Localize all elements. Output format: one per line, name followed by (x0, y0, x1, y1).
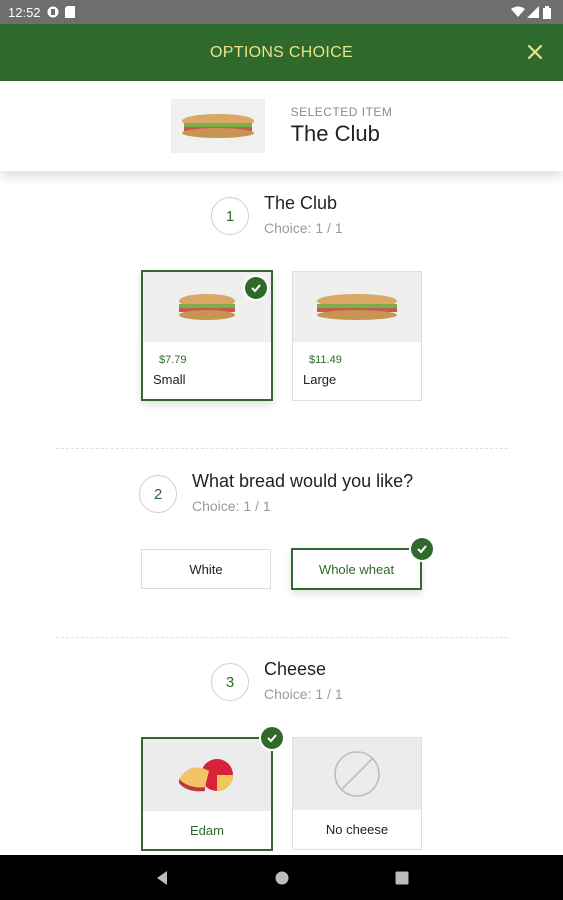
battery-icon (543, 6, 555, 19)
home-icon (275, 871, 288, 884)
selected-check-icon (261, 727, 283, 749)
options-content: 1 The Club Choice: 1 / 1 $7.79 Small $11… (0, 171, 563, 855)
step-3-header: 3 Cheese Choice: 1 / 1 (211, 659, 343, 702)
edam-cheese-image (143, 739, 271, 811)
step-3-subtitle: Choice: 1 / 1 (264, 686, 343, 702)
step-1-header: 1 The Club Choice: 1 / 1 (211, 193, 343, 236)
no-cheese-image (293, 738, 421, 810)
option-label: Edam (190, 823, 224, 838)
option-label: Large (303, 372, 337, 387)
prohibited-icon (334, 751, 380, 797)
close-button[interactable] (521, 38, 549, 66)
option-price: $11.49 (309, 354, 342, 366)
step-2-subtitle: Choice: 1 / 1 (192, 498, 271, 514)
selected-item-eyebrow: SELECTED ITEM (290, 105, 393, 119)
option-price: $7.79 (159, 354, 187, 366)
selected-item-name: The Club (290, 121, 380, 146)
nav-home-button[interactable] (271, 867, 293, 889)
section-divider (56, 448, 508, 449)
nav-back-button[interactable] (151, 867, 173, 889)
selected-item-image (170, 99, 265, 153)
step-3-number: 3 (211, 663, 249, 701)
selected-check-icon (245, 277, 267, 299)
bread-option-white[interactable]: White (141, 549, 271, 589)
cheese-option-none[interactable]: No cheese (292, 737, 422, 850)
option-label: No cheese (325, 822, 389, 837)
app-header: OPTIONS CHOICE (0, 24, 563, 81)
step-1-subtitle: Choice: 1 / 1 (264, 220, 343, 236)
cheese-option-edam[interactable]: Edam (141, 737, 273, 851)
step-2-title: What bread would you like? (192, 471, 414, 491)
sd-card-icon (64, 6, 77, 18)
step-2-header: 2 What bread would you like? Choice: 1 /… (139, 471, 413, 514)
nav-recents-button[interactable] (391, 867, 413, 889)
step-2-number: 2 (139, 475, 177, 513)
notification-app-icon (47, 6, 59, 18)
step-3-title: Cheese (264, 659, 327, 679)
close-icon (527, 44, 543, 60)
option-label: Small (153, 372, 186, 387)
status-time: 12:52 (8, 4, 41, 20)
recents-icon (395, 871, 408, 884)
status-bar: 12:52 (0, 0, 563, 24)
step-1-title: The Club (264, 193, 338, 213)
selected-item-panel: SELECTED ITEM The Club (0, 81, 563, 171)
sandwich-large-image (293, 272, 421, 342)
header-title: OPTIONS CHOICE (210, 43, 353, 61)
wifi-icon (511, 6, 525, 18)
step-1-number: 1 (211, 197, 249, 235)
system-nav-bar (0, 855, 563, 900)
selected-check-icon (411, 538, 433, 560)
section-divider (56, 637, 508, 638)
back-icon (156, 870, 167, 885)
bread-option-whole-wheat[interactable]: Whole wheat (291, 548, 422, 590)
size-option-large[interactable]: $11.49 Large (292, 271, 422, 401)
signal-icon (527, 6, 539, 18)
